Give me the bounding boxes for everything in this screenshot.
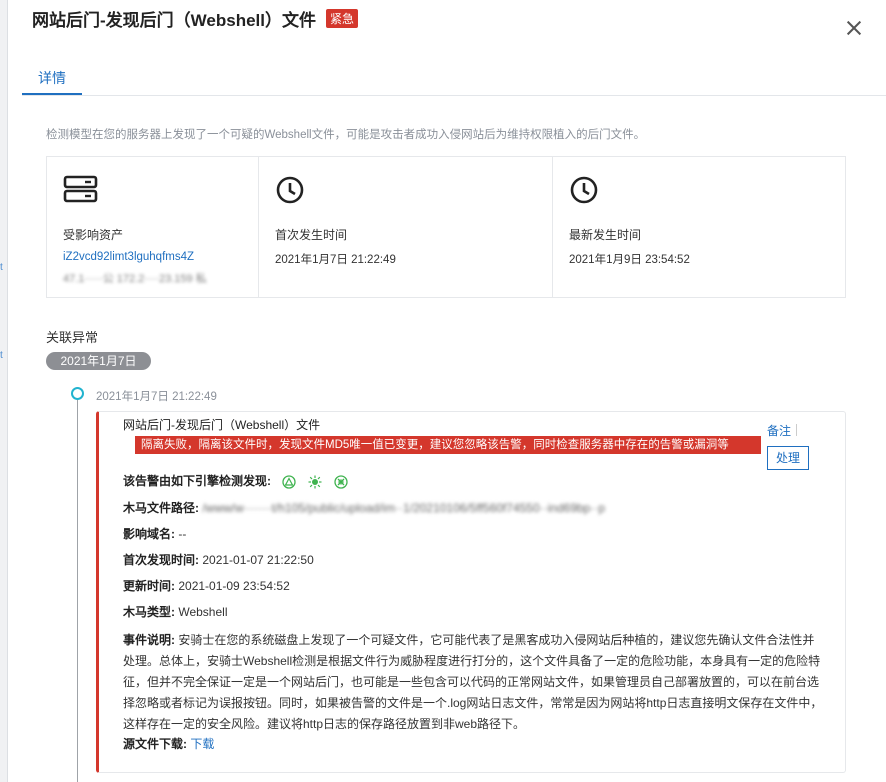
- latest-time-label: 最新发生时间: [569, 228, 642, 242]
- background-panel-edge: t t: [0, 0, 8, 782]
- drawer-header: 网站后门-发现后门（Webshell）文件 紧急: [32, 6, 358, 31]
- download-link[interactable]: 下载: [190, 737, 214, 751]
- first-time-label: 首次发生时间: [275, 228, 348, 242]
- type-label: 木马类型:: [123, 605, 175, 619]
- engine-row: 该告警由如下引擎检测发现:: [123, 472, 348, 489]
- severity-badge: 紧急: [325, 9, 358, 28]
- update-value: 2021-01-09 23:54:52: [178, 579, 290, 593]
- engine-label: 该告警由如下引擎检测发现:: [123, 474, 271, 488]
- type-row: 木马类型: Webshell: [123, 603, 227, 620]
- summary-cards: 受影响资产 iZ2vcd92limt3lguhqfms4Z 47.1·····公…: [46, 156, 846, 298]
- domain-value: --: [178, 527, 187, 541]
- first-found-label: 首次发现时间:: [123, 553, 199, 567]
- server-icon: [63, 175, 98, 203]
- card-latest-time: 最新发生时间 2021年1月9日 23:54:52: [553, 156, 846, 298]
- isolation-failed-alert: 隔离失败，隔离该文件时，发现文件MD5唯一值已变更，建议您忽略该告警，同时检查服…: [135, 436, 761, 454]
- asset-label: 受影响资产: [63, 228, 124, 242]
- source-label: 源文件下载:: [123, 737, 187, 751]
- source-row: 源文件下载: 下载: [123, 735, 214, 752]
- timeline-line: [77, 398, 78, 782]
- note-link[interactable]: 备注: [767, 422, 798, 439]
- engine-model-icon[interactable]: [334, 475, 348, 489]
- process-button[interactable]: 处理: [767, 446, 809, 470]
- timeline-time: 2021年1月7日 21:22:49: [96, 391, 217, 403]
- tab-details[interactable]: 详情: [22, 62, 82, 95]
- event-title: 网站后门-发现后门（Webshell）文件: [123, 418, 321, 432]
- timeline-dot: [71, 387, 84, 400]
- date-pill: 2021年1月7日: [46, 352, 151, 370]
- asset-ip-masked: 47.1·····公 172.2····23.159 私: [63, 273, 207, 285]
- latest-time-value: 2021年1月9日 23:54:52: [569, 254, 690, 266]
- card-affected-asset: 受影响资产 iZ2vcd92limt3lguhqfms4Z 47.1·····公…: [46, 156, 259, 298]
- clock-icon: [570, 176, 598, 204]
- trojan-path-row: 木马文件路径: /www/w·······t/h105/public/uploa…: [123, 499, 605, 516]
- event-card: 网站后门-发现后门（Webshell）文件 隔离失败，隔离该文件时，发现文件MD…: [96, 411, 846, 773]
- card-first-time: 首次发生时间 2021年1月7日 21:22:49: [259, 156, 553, 298]
- type-value: Webshell: [178, 605, 228, 619]
- update-row: 更新时间: 2021-01-09 23:54:52: [123, 577, 290, 594]
- trojan-path-label: 木马文件路径:: [123, 501, 199, 515]
- asset-instance-link[interactable]: iZ2vcd92limt3lguhqfms4Z: [63, 251, 194, 263]
- engine-warning-icon[interactable]: [282, 475, 296, 489]
- explain-value: 安骑士在您的系统磁盘上发现了一个可疑文件，它可能代表了是黑客成功入侵网站后种植的…: [123, 633, 823, 731]
- engine-virus-icon[interactable]: [308, 475, 322, 489]
- first-time-value: 2021年1月7日 21:22:49: [275, 254, 396, 266]
- tab-bar: 详情: [22, 62, 886, 96]
- update-label: 更新时间:: [123, 579, 175, 593]
- trojan-path-value: /www/w·······t/h105/public/upload/im··1/…: [202, 501, 606, 515]
- event-explanation: 事件说明: 安骑士在您的系统磁盘上发现了一个可疑文件，它可能代表了是黑客成功入侵…: [123, 630, 823, 735]
- clock-icon: [276, 176, 304, 204]
- domain-row: 影响域名: --: [123, 525, 186, 542]
- section-title: 关联异常: [46, 330, 99, 345]
- alert-description: 检测模型在您的服务器上发现了一个可疑的Webshell文件，可能是攻击者成功入侵…: [46, 129, 646, 141]
- first-found-row: 首次发现时间: 2021-01-07 21:22:50: [123, 551, 314, 568]
- first-found-value: 2021-01-07 21:22:50: [202, 553, 314, 567]
- explain-label: 事件说明:: [123, 633, 175, 647]
- close-icon[interactable]: [844, 18, 864, 38]
- page-title: 网站后门-发现后门（Webshell）文件: [32, 11, 316, 30]
- domain-label: 影响域名:: [123, 527, 175, 541]
